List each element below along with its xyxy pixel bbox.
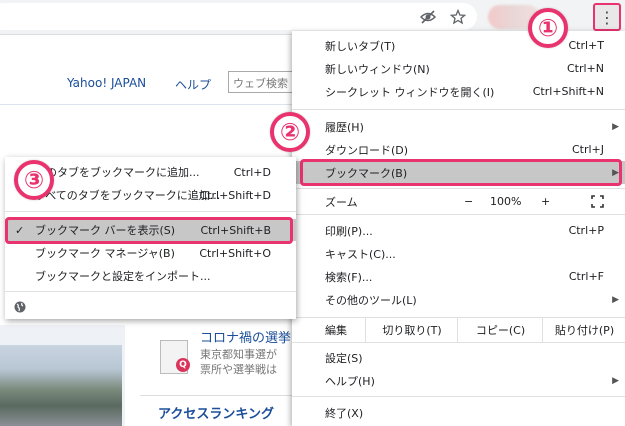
menu-label: すべてのタブをブックマークに追加... <box>35 189 221 202</box>
star-icon[interactable] <box>448 7 468 27</box>
step-2-badge: ② <box>270 112 310 152</box>
menu-label: ズーム <box>325 195 358 209</box>
chevron-right-icon: ▶ <box>612 121 619 132</box>
menu-item-settings[interactable]: 設定(S) <box>292 346 625 369</box>
menu-label: このタブをブックマークに追加... <box>35 166 200 179</box>
menu-label: 検索(F)... <box>325 270 373 284</box>
submenu-item-globe-bookmark[interactable] <box>5 297 296 319</box>
edit-label: 編集 <box>325 324 347 337</box>
news-snippet-line2: 票所や選挙戦は <box>200 363 277 376</box>
menu-item-new-window[interactable]: 新しいウィンドウ(N) Ctrl+N <box>292 57 625 80</box>
menu-label: 終了(X) <box>325 406 364 420</box>
menu-separator <box>5 291 296 292</box>
step-3-badge: ③ <box>14 160 54 200</box>
menu-shortcut: Ctrl+F <box>568 270 604 283</box>
menu-item-help[interactable]: ヘルプ(H) ▶ <box>292 369 625 392</box>
menu-item-find[interactable]: 検索(F)... Ctrl+F <box>292 265 625 288</box>
menu-item-more-tools[interactable]: その他のツール(L) ▶ <box>292 288 625 311</box>
section-divider <box>140 395 295 396</box>
menu-shortcut: Ctrl+T <box>568 39 604 52</box>
news-snippet-line1: 東京都知事選が <box>200 348 277 361</box>
zoom-out-button[interactable]: − <box>464 190 473 213</box>
menu-label: ヘルプ(H) <box>325 374 375 388</box>
yahoo-japan-link[interactable]: Yahoo! JAPAN <box>67 76 146 90</box>
submenu-item-bookmark-manager[interactable]: ブックマーク マネージャ(B) Ctrl+Shift+O <box>5 242 296 264</box>
eye-slash-icon[interactable] <box>418 7 438 27</box>
menu-label: 履歴(H) <box>325 120 364 134</box>
menu-shortcut: Ctrl+Shift+O <box>199 246 271 260</box>
menu-shortcut: Ctrl+N <box>566 62 604 75</box>
submenu-item-import[interactable]: ブックマークと設定をインポート... <box>5 265 296 287</box>
zoom-level: 100% <box>490 195 522 208</box>
quiz-q-icon: Q <box>176 358 190 372</box>
chevron-right-icon: ▶ <box>612 294 619 305</box>
menu-shortcut: Ctrl+J <box>571 143 604 156</box>
bookmarks-highlight-frame <box>300 159 622 186</box>
show-bar-highlight-frame <box>5 217 293 244</box>
menu-label: 設定(S) <box>325 351 363 365</box>
cut-button[interactable]: 切り取り(T) <box>365 318 458 342</box>
kebab-menu-icon[interactable]: ⋮ <box>593 3 621 31</box>
menu-shortcut: Ctrl+Shift+N <box>532 85 604 98</box>
menu-label: ブックマークと設定をインポート... <box>35 270 211 283</box>
page-divider-line <box>0 104 300 105</box>
menu-item-zoom: ズーム − 100% + <box>292 190 625 213</box>
menu-label: シークレット ウィンドウを開く(I) <box>325 85 495 99</box>
step-1-badge: ① <box>528 8 568 48</box>
menu-label: その他のツール(L) <box>325 293 417 307</box>
menu-item-cast[interactable]: キャスト(C)... <box>292 242 625 265</box>
chrome-main-menu: 新しいタブ(T) Ctrl+T 新しいウィンドウ(N) Ctrl+N シークレッ… <box>292 31 625 426</box>
menu-label: ブックマーク マネージャ(B) <box>35 247 175 260</box>
menu-item-history[interactable]: 履歴(H) ▶ <box>292 115 625 138</box>
globe-icon <box>14 301 26 316</box>
help-link[interactable]: ヘルプ <box>175 76 211 93</box>
news-headline[interactable]: コロナ禍の選挙 <box>200 327 292 346</box>
web-search-input[interactable]: ウェブ検索 <box>228 71 300 93</box>
menu-separator <box>5 211 296 212</box>
menu-separator <box>292 396 625 397</box>
city-photo[interactable] <box>0 345 122 426</box>
menu-item-new-tab[interactable]: 新しいタブ(T) Ctrl+T <box>292 34 625 57</box>
menu-item-exit[interactable]: 終了(X) <box>292 401 625 424</box>
paste-button[interactable]: 貼り付け(P) <box>542 318 625 342</box>
fullscreen-icon[interactable] <box>591 190 604 213</box>
copy-button[interactable]: コピー(C) <box>457 318 543 342</box>
menu-label: キャスト(C)... <box>325 247 396 261</box>
menu-label: ダウンロード(D) <box>325 143 409 157</box>
menu-label: 新しいタブ(T) <box>325 39 396 53</box>
menu-item-incognito[interactable]: シークレット ウィンドウを開く(I) Ctrl+Shift+N <box>292 80 625 103</box>
zoom-in-button[interactable]: + <box>541 190 550 213</box>
menu-separator <box>292 109 625 110</box>
access-ranking-heading[interactable]: アクセスランキング <box>158 403 274 422</box>
menu-separator <box>292 214 625 215</box>
menu-shortcut: Ctrl+P <box>568 224 604 237</box>
menu-shortcut: Ctrl+Shift+D <box>199 188 271 202</box>
menu-item-print[interactable]: 印刷(P)... Ctrl+P <box>292 219 625 242</box>
menu-separator <box>292 188 625 189</box>
menu-edit-row: 編集 切り取り(T) コピー(C) 貼り付け(P) <box>292 317 625 343</box>
menu-label: 印刷(P)... <box>325 224 373 238</box>
menu-item-downloads[interactable]: ダウンロード(D) Ctrl+J <box>292 138 625 161</box>
menu-label: 新しいウィンドウ(N) <box>325 62 430 76</box>
menu-shortcut: Ctrl+D <box>233 165 271 179</box>
address-bar[interactable] <box>0 3 477 30</box>
chevron-right-icon: ▶ <box>612 375 619 386</box>
